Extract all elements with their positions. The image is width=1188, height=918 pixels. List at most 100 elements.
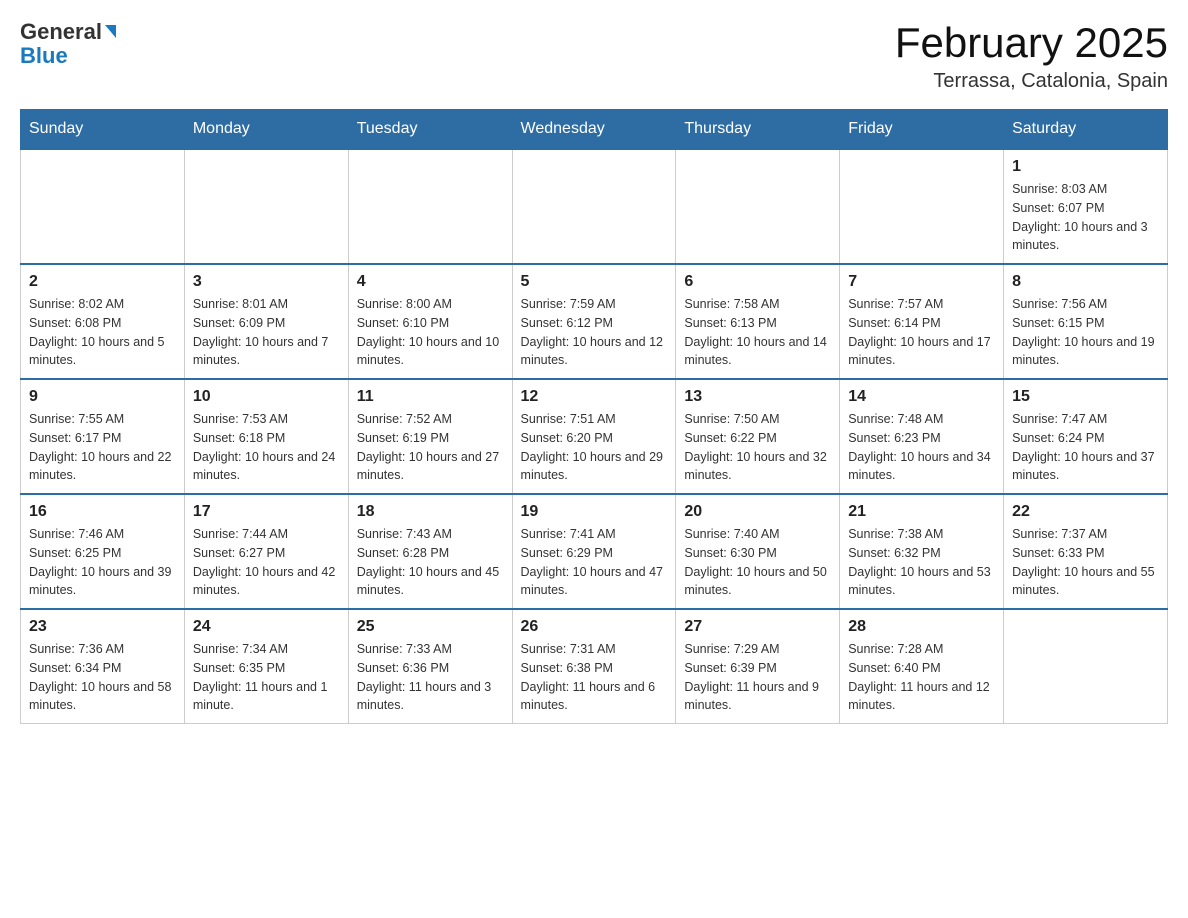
day-number: 4: [357, 273, 504, 291]
week-row-2: 2 Sunrise: 8:02 AM Sunset: 6:08 PM Daylig…: [21, 264, 1168, 379]
day-info: Sunrise: 8:01 AM Sunset: 6:09 PM Dayligh…: [193, 295, 340, 370]
calendar-cell: 19 Sunrise: 7:41 AM Sunset: 6:29 PM Dayli…: [512, 494, 676, 609]
calendar-cell: [184, 149, 348, 264]
calendar-cell: [348, 149, 512, 264]
week-row-3: 9Sunrise: 7:55 AM Sunset: 6:17 PM Daylig…: [21, 379, 1168, 494]
day-number: 25: [357, 618, 504, 636]
calendar-cell: 17 Sunrise: 7:44 AM Sunset: 6:27 PM Dayli…: [184, 494, 348, 609]
day-info: Sunrise: 7:53 AM Sunset: 6:18 PM Dayligh…: [193, 410, 340, 485]
calendar-cell: 24 Sunrise: 7:34 AM Sunset: 6:35 PM Dayli…: [184, 609, 348, 724]
location-text: Terrassa, Catalonia, Spain: [895, 70, 1168, 93]
day-info: Sunrise: 7:46 AM Sunset: 6:25 PM Dayligh…: [29, 525, 176, 600]
weekday-header-row: SundayMondayTuesdayWednesdayThursdayFrid…: [21, 110, 1168, 150]
day-number: 2: [29, 273, 176, 291]
calendar-cell: [1004, 609, 1168, 724]
day-number: 7: [848, 273, 995, 291]
day-info: Sunrise: 7:41 AM Sunset: 6:29 PM Dayligh…: [521, 525, 668, 600]
page-header: General Blue February 2025 Terrassa, Cat…: [20, 20, 1168, 93]
calendar-cell: 21Sunrise: 7:38 AM Sunset: 6:32 PM Dayli…: [840, 494, 1004, 609]
day-info: Sunrise: 7:57 AM Sunset: 6:14 PM Dayligh…: [848, 295, 995, 370]
calendar-cell: 26Sunrise: 7:31 AM Sunset: 6:38 PM Dayli…: [512, 609, 676, 724]
calendar-cell: [676, 149, 840, 264]
day-number: 14: [848, 388, 995, 406]
day-info: Sunrise: 7:50 AM Sunset: 6:22 PM Dayligh…: [684, 410, 831, 485]
day-number: 13: [684, 388, 831, 406]
logo-arrow-icon: [105, 25, 116, 38]
weekday-header-wednesday: Wednesday: [512, 110, 676, 150]
day-number: 15: [1012, 388, 1159, 406]
day-info: Sunrise: 8:02 AM Sunset: 6:08 PM Dayligh…: [29, 295, 176, 370]
day-number: 3: [193, 273, 340, 291]
week-row-4: 16 Sunrise: 7:46 AM Sunset: 6:25 PM Dayli…: [21, 494, 1168, 609]
day-info: Sunrise: 7:52 AM Sunset: 6:19 PM Dayligh…: [357, 410, 504, 485]
day-number: 19: [521, 503, 668, 521]
day-info: Sunrise: 7:44 AM Sunset: 6:27 PM Dayligh…: [193, 525, 340, 600]
day-number: 5: [521, 273, 668, 291]
day-info: Sunrise: 7:43 AM Sunset: 6:28 PM Dayligh…: [357, 525, 504, 600]
calendar-cell: 16 Sunrise: 7:46 AM Sunset: 6:25 PM Dayli…: [21, 494, 185, 609]
day-number: 11: [357, 388, 504, 406]
day-number: 20: [684, 503, 831, 521]
day-info: Sunrise: 7:47 AM Sunset: 6:24 PM Dayligh…: [1012, 410, 1159, 485]
day-info: Sunrise: 8:03 AM Sunset: 6:07 PM Dayligh…: [1012, 180, 1159, 255]
calendar-cell: 4 Sunrise: 8:00 AM Sunset: 6:10 PM Daylig…: [348, 264, 512, 379]
day-number: 6: [684, 273, 831, 291]
day-info: Sunrise: 7:58 AM Sunset: 6:13 PM Dayligh…: [684, 295, 831, 370]
day-info: Sunrise: 7:36 AM Sunset: 6:34 PM Dayligh…: [29, 640, 176, 715]
title-block: February 2025 Terrassa, Catalonia, Spain: [895, 20, 1168, 93]
logo-general-text: General: [20, 20, 102, 44]
calendar-cell: [840, 149, 1004, 264]
day-info: Sunrise: 7:34 AM Sunset: 6:35 PM Dayligh…: [193, 640, 340, 715]
day-number: 24: [193, 618, 340, 636]
calendar-table: SundayMondayTuesdayWednesdayThursdayFrid…: [20, 109, 1168, 724]
weekday-header-sunday: Sunday: [21, 110, 185, 150]
day-number: 28: [848, 618, 995, 636]
day-number: 17: [193, 503, 340, 521]
calendar-cell: 13 Sunrise: 7:50 AM Sunset: 6:22 PM Dayli…: [676, 379, 840, 494]
day-info: Sunrise: 7:59 AM Sunset: 6:12 PM Dayligh…: [521, 295, 668, 370]
day-info: Sunrise: 7:51 AM Sunset: 6:20 PM Dayligh…: [521, 410, 668, 485]
day-number: 10: [193, 388, 340, 406]
week-row-1: 1 Sunrise: 8:03 AM Sunset: 6:07 PM Daylig…: [21, 149, 1168, 264]
day-info: Sunrise: 8:00 AM Sunset: 6:10 PM Dayligh…: [357, 295, 504, 370]
month-title: February 2025: [895, 20, 1168, 66]
day-info: Sunrise: 7:28 AM Sunset: 6:40 PM Dayligh…: [848, 640, 995, 715]
day-number: 27: [684, 618, 831, 636]
day-info: Sunrise: 7:31 AM Sunset: 6:38 PM Dayligh…: [521, 640, 668, 715]
day-number: 18: [357, 503, 504, 521]
calendar-cell: 12 Sunrise: 7:51 AM Sunset: 6:20 PM Dayli…: [512, 379, 676, 494]
day-info: Sunrise: 7:37 AM Sunset: 6:33 PM Dayligh…: [1012, 525, 1159, 600]
weekday-header-tuesday: Tuesday: [348, 110, 512, 150]
calendar-cell: 9Sunrise: 7:55 AM Sunset: 6:17 PM Daylig…: [21, 379, 185, 494]
calendar-cell: 23 Sunrise: 7:36 AM Sunset: 6:34 PM Dayli…: [21, 609, 185, 724]
calendar-cell: 22Sunrise: 7:37 AM Sunset: 6:33 PM Dayli…: [1004, 494, 1168, 609]
calendar-cell: 7 Sunrise: 7:57 AM Sunset: 6:14 PM Daylig…: [840, 264, 1004, 379]
calendar-cell: 14 Sunrise: 7:48 AM Sunset: 6:23 PM Dayli…: [840, 379, 1004, 494]
weekday-header-saturday: Saturday: [1004, 110, 1168, 150]
day-number: 8: [1012, 273, 1159, 291]
calendar-cell: 11 Sunrise: 7:52 AM Sunset: 6:19 PM Dayli…: [348, 379, 512, 494]
day-number: 1: [1012, 158, 1159, 176]
calendar-cell: 20Sunrise: 7:40 AM Sunset: 6:30 PM Dayli…: [676, 494, 840, 609]
calendar-cell: 5 Sunrise: 7:59 AM Sunset: 6:12 PM Daylig…: [512, 264, 676, 379]
calendar-cell: 8Sunrise: 7:56 AM Sunset: 6:15 PM Daylig…: [1004, 264, 1168, 379]
day-number: 16: [29, 503, 176, 521]
calendar-cell: 1 Sunrise: 8:03 AM Sunset: 6:07 PM Daylig…: [1004, 149, 1168, 264]
day-number: 23: [29, 618, 176, 636]
calendar-cell: 25Sunrise: 7:33 AM Sunset: 6:36 PM Dayli…: [348, 609, 512, 724]
calendar-cell: 3 Sunrise: 8:01 AM Sunset: 6:09 PM Daylig…: [184, 264, 348, 379]
day-number: 9: [29, 388, 176, 406]
calendar-cell: 27Sunrise: 7:29 AM Sunset: 6:39 PM Dayli…: [676, 609, 840, 724]
week-row-5: 23 Sunrise: 7:36 AM Sunset: 6:34 PM Dayli…: [21, 609, 1168, 724]
calendar-cell: 2 Sunrise: 8:02 AM Sunset: 6:08 PM Daylig…: [21, 264, 185, 379]
day-info: Sunrise: 7:48 AM Sunset: 6:23 PM Dayligh…: [848, 410, 995, 485]
logo: General Blue: [20, 20, 116, 68]
weekday-header-thursday: Thursday: [676, 110, 840, 150]
weekday-header-monday: Monday: [184, 110, 348, 150]
calendar-cell: [21, 149, 185, 264]
weekday-header-friday: Friday: [840, 110, 1004, 150]
logo-blue-text: Blue: [20, 43, 68, 68]
day-number: 21: [848, 503, 995, 521]
day-number: 12: [521, 388, 668, 406]
calendar-cell: [512, 149, 676, 264]
